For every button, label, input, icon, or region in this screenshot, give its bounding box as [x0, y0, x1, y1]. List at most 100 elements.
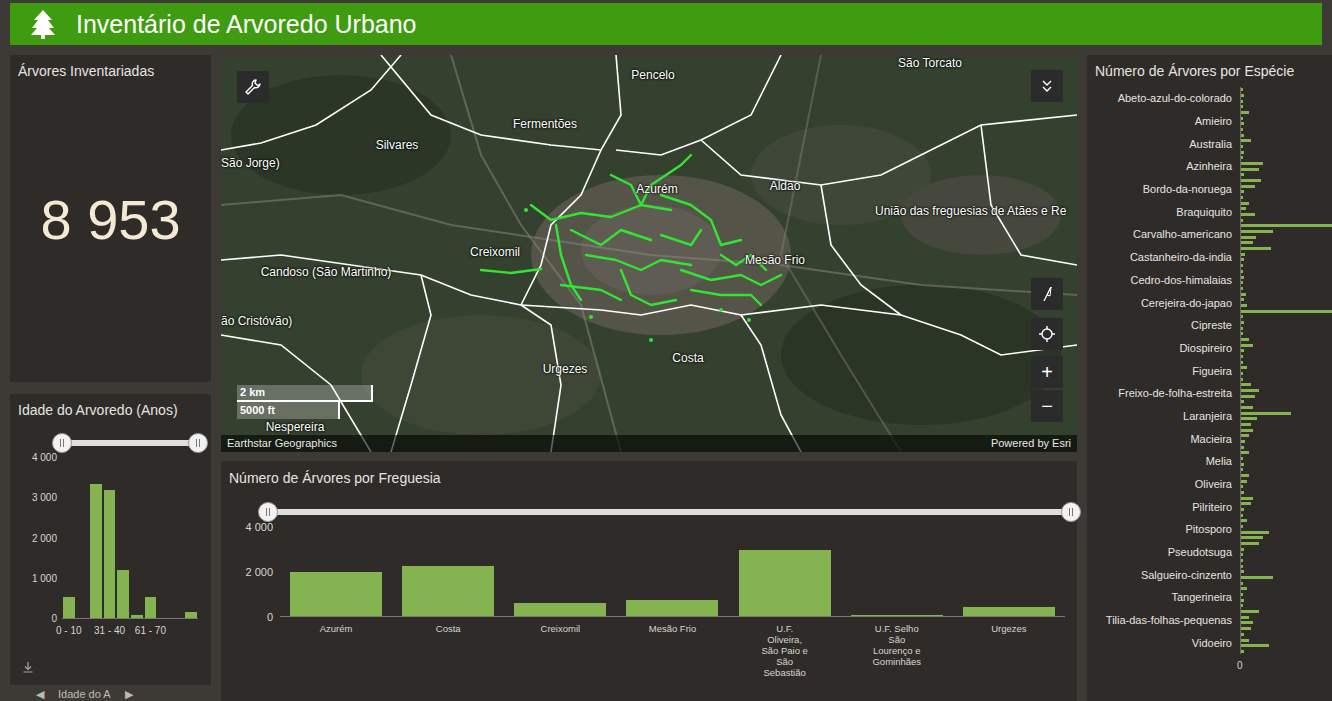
species-bar[interactable]: [1241, 241, 1253, 244]
species-bar[interactable]: [1241, 344, 1253, 347]
species-bar[interactable]: [1241, 497, 1253, 500]
species-bar[interactable]: [1241, 179, 1261, 182]
species-bar[interactable]: [1241, 253, 1245, 256]
parish-bar[interactable]: [514, 603, 606, 616]
species-bar[interactable]: [1241, 94, 1244, 97]
species-bar[interactable]: [1241, 202, 1249, 205]
species-bar[interactable]: [1241, 525, 1243, 528]
species-bar[interactable]: [1241, 366, 1247, 369]
species-bar[interactable]: [1241, 236, 1256, 239]
species-bar[interactable]: [1241, 440, 1245, 443]
species-bar[interactable]: [1241, 162, 1263, 165]
species-bar[interactable]: [1241, 519, 1247, 522]
species-bar[interactable]: [1241, 247, 1271, 250]
histogram-bar[interactable]: [104, 490, 116, 618]
species-bar[interactable]: [1241, 298, 1244, 301]
species-bar[interactable]: [1241, 128, 1243, 131]
species-bar[interactable]: [1241, 139, 1251, 142]
locate-button[interactable]: [1031, 318, 1063, 350]
species-bar[interactable]: [1241, 531, 1269, 534]
species-bar[interactable]: [1241, 627, 1251, 630]
species-bar[interactable]: [1241, 610, 1259, 613]
species-bar[interactable]: [1241, 156, 1243, 159]
species-bar[interactable]: [1241, 474, 1249, 477]
slider-track[interactable]: [268, 509, 1071, 515]
species-bar[interactable]: [1241, 621, 1253, 624]
species-bar[interactable]: [1241, 372, 1243, 375]
species-bar[interactable]: [1241, 111, 1249, 114]
species-bar[interactable]: [1241, 570, 1244, 573]
slider-handle[interactable]: [52, 433, 72, 453]
species-bar[interactable]: [1241, 145, 1243, 148]
species-bar[interactable]: [1241, 587, 1247, 590]
species-bar[interactable]: [1241, 616, 1249, 619]
species-bar[interactable]: [1241, 417, 1257, 420]
parish-bar[interactable]: [851, 615, 943, 616]
map[interactable]: PenceloSão TorcatoFermentõesSilvaresSão …: [221, 55, 1077, 452]
species-bar[interactable]: [1241, 576, 1273, 579]
species-bar[interactable]: [1241, 412, 1291, 415]
species-bar[interactable]: [1241, 480, 1247, 483]
species-bar[interactable]: [1241, 321, 1244, 324]
species-bar[interactable]: [1241, 332, 1243, 335]
species-bar[interactable]: [1241, 582, 1243, 585]
slider-handle[interactable]: [258, 502, 278, 522]
histogram-bar[interactable]: [145, 597, 157, 618]
species-bar[interactable]: [1241, 287, 1243, 290]
species-bar[interactable]: [1241, 446, 1244, 449]
species-bar[interactable]: [1241, 508, 1244, 511]
histogram-bar[interactable]: [185, 612, 197, 618]
previous-button[interactable]: ◀: [36, 688, 44, 700]
species-bar[interactable]: [1241, 270, 1243, 273]
slider-track[interactable]: [62, 440, 198, 446]
species-bar[interactable]: [1241, 536, 1263, 539]
species-bar[interactable]: [1241, 213, 1255, 216]
collapse-button[interactable]: [1031, 70, 1063, 102]
slider-handle[interactable]: [188, 433, 208, 453]
parish-bar[interactable]: [402, 566, 494, 616]
download-button[interactable]: [20, 659, 36, 675]
species-bar[interactable]: [1241, 230, 1273, 233]
species-bar[interactable]: [1241, 434, 1249, 437]
species-bar[interactable]: [1241, 327, 1243, 330]
zoom-in-button[interactable]: +: [1031, 356, 1063, 388]
species-bar[interactable]: [1241, 406, 1253, 409]
species-bar[interactable]: [1241, 565, 1243, 568]
species-bar[interactable]: [1241, 173, 1244, 176]
species-bar[interactable]: [1241, 548, 1244, 551]
species-bar[interactable]: [1241, 378, 1243, 381]
species-bar[interactable]: [1241, 168, 1259, 171]
histogram-bar[interactable]: [90, 484, 102, 618]
species-bar[interactable]: [1241, 151, 1244, 154]
species-bar[interactable]: [1241, 207, 1246, 210]
species-bar[interactable]: [1241, 485, 1243, 488]
species-bar[interactable]: [1241, 122, 1244, 125]
species-bar[interactable]: [1241, 633, 1244, 636]
compass-button[interactable]: [1031, 278, 1063, 310]
species-bar[interactable]: [1241, 644, 1269, 647]
next-button[interactable]: ▶: [125, 688, 133, 700]
species-bar[interactable]: [1241, 395, 1255, 398]
species-bar[interactable]: [1241, 463, 1244, 466]
species-bar[interactable]: [1241, 650, 1244, 653]
histogram-bar[interactable]: [117, 570, 129, 618]
species-bar[interactable]: [1241, 429, 1253, 432]
species-bar[interactable]: [1241, 383, 1251, 386]
parish-bar[interactable]: [963, 607, 1055, 616]
species-bar[interactable]: [1241, 117, 1243, 120]
species-bar[interactable]: [1241, 88, 1243, 91]
species-bar[interactable]: [1241, 639, 1249, 642]
species-bar[interactable]: [1241, 105, 1243, 108]
species-bar[interactable]: [1241, 190, 1244, 193]
species-bar[interactable]: [1241, 451, 1249, 454]
species-bar[interactable]: [1241, 219, 1243, 222]
parish-bar[interactable]: [739, 550, 831, 616]
zoom-out-button[interactable]: −: [1031, 390, 1063, 422]
species-bar[interactable]: [1241, 457, 1243, 460]
slider-handle[interactable]: [1061, 502, 1081, 522]
species-bar[interactable]: [1241, 258, 1244, 261]
species-bar[interactable]: [1241, 264, 1243, 267]
species-bar[interactable]: [1241, 304, 1247, 307]
species-bar[interactable]: [1241, 542, 1259, 545]
species-bar[interactable]: [1241, 281, 1243, 284]
